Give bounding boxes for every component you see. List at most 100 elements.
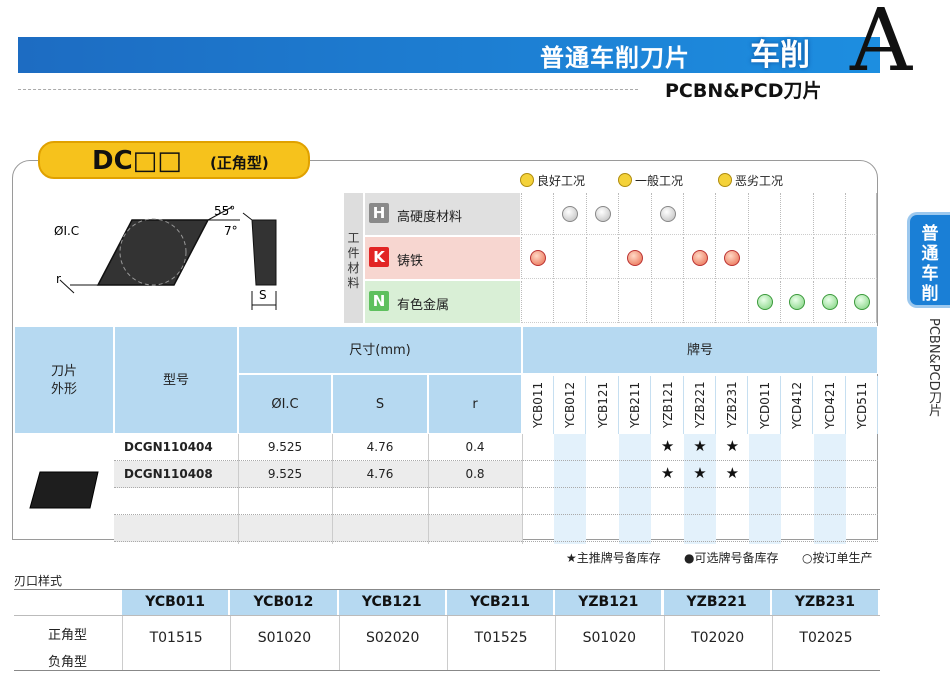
s-label: S — [259, 288, 267, 302]
angle-7-label: 7° — [224, 224, 238, 238]
edge-col-divider — [338, 615, 340, 670]
grade-header-ycd412: YCD412 — [781, 376, 814, 434]
grade-header-yzb121: YZB121 — [651, 376, 684, 434]
material-badge: N — [369, 291, 389, 311]
edge-col-divider — [230, 615, 232, 670]
red-face-icon — [530, 250, 546, 266]
legend-good: 良好工况 — [520, 172, 585, 189]
material-badge: K — [369, 247, 389, 267]
legend-normal: 一般工况 — [618, 172, 683, 189]
star-icon: ★ — [660, 464, 675, 482]
grade-header-yzb221: YZB221 — [684, 376, 716, 434]
edge-header-ycb121: YCB121 — [338, 589, 447, 615]
material-grade-cell — [747, 237, 780, 279]
material-grade-cell — [553, 237, 586, 279]
edge-header-ycb211: YCB211 — [446, 589, 556, 615]
star-icon: ★ — [660, 437, 675, 455]
material-grade-cell — [683, 237, 715, 279]
edge-value: T01525 — [474, 630, 528, 646]
col-ic-header: ØI.C — [238, 374, 332, 434]
product-tag: DC□□ (正角型) — [38, 141, 310, 179]
r-label: r — [56, 272, 61, 286]
material-grade-cell — [747, 193, 780, 235]
material-grade-cell — [553, 193, 586, 235]
note-order: ○按订单生产 — [802, 551, 873, 565]
legend-bad: 恶劣工况 — [718, 172, 783, 189]
header-title-emph: 车削 — [750, 38, 810, 73]
material-grade-cell — [845, 281, 877, 323]
edge-col-divider — [555, 615, 557, 670]
edge-value: T02025 — [799, 630, 853, 646]
grade-header-ycd511: YCD511 — [846, 376, 878, 434]
material-grade-cell — [650, 193, 683, 235]
edge-header-ycb011: YCB011 — [122, 589, 231, 615]
cell-r: 0.8 — [465, 467, 485, 481]
material-grade-cell — [845, 237, 877, 279]
material-name: 高硬度材料 — [397, 210, 463, 225]
col-s-header: S — [332, 374, 428, 434]
edge-col-divider — [122, 615, 123, 670]
material-grade-cell — [715, 193, 748, 235]
edge-header-yzb121: YZB121 — [555, 589, 664, 615]
material-grade-cell — [812, 237, 845, 279]
red-face-icon — [627, 250, 644, 266]
edge-row-negative: 负角型 — [48, 655, 88, 670]
material-grade-cell — [845, 193, 877, 235]
grade-row-divider — [522, 514, 878, 515]
material-badge: H — [369, 203, 389, 223]
green-face-icon — [854, 294, 870, 310]
red-face-icon — [724, 250, 741, 266]
neutral-face-icon — [562, 206, 579, 222]
material-grade-cell — [650, 281, 683, 323]
edge-title: 刃口样式 — [14, 574, 63, 588]
insert-drawing: ØI.C 55° 7° r S — [54, 204, 277, 310]
smile-icon — [520, 173, 534, 187]
grade-header-ycb012: YCB012 — [554, 376, 587, 434]
edge-bottom-line — [14, 670, 880, 671]
grade-column-stripe — [554, 434, 587, 544]
edge-header-ycb012: YCB012 — [230, 589, 339, 615]
material-grade-cell — [618, 237, 651, 279]
star-icon: ★ — [725, 464, 740, 482]
material-grade-cell — [618, 281, 651, 323]
cell-r: 0.4 — [465, 440, 485, 454]
neutral-face-icon — [659, 206, 676, 222]
edge-value: S01020 — [257, 630, 312, 646]
material-grid — [521, 193, 877, 323]
material-grade-cell — [683, 193, 715, 235]
edge-top-line — [14, 589, 880, 590]
edge-row-positive: 正角型 — [48, 628, 88, 643]
edge-value: S01020 — [582, 630, 637, 646]
star-icon: ★ — [725, 437, 740, 455]
material-name: 有色金属 — [397, 298, 450, 313]
cell-model: DCGN110404 — [124, 440, 213, 454]
cell-model: DCGN110408 — [124, 467, 213, 481]
col-size-header: 尺寸(mm) — [238, 326, 522, 374]
star-icon: ★ — [693, 437, 707, 455]
grade-header-ycb121: YCB121 — [586, 376, 619, 434]
col-model-header: 型号 — [114, 326, 238, 434]
material-grade-cell — [618, 193, 651, 235]
edge-col-divider — [446, 615, 448, 670]
material-grade-cell — [650, 237, 683, 279]
material-grade-cell — [715, 281, 748, 323]
note-main: ★主推牌号备库存 — [566, 551, 661, 565]
cell-s: 4.76 — [366, 440, 394, 454]
header-title: 普通车削刀片 — [540, 44, 690, 72]
material-grade-cell — [585, 237, 618, 279]
ic-label: ØI.C — [54, 224, 79, 238]
material-grade-cell — [780, 281, 813, 323]
grade-row-divider — [522, 487, 878, 488]
material-grade-cell — [585, 281, 618, 323]
material-grade-cell — [812, 193, 845, 235]
insert-shape-image — [29, 471, 99, 509]
side-tab-label: 普通车削 — [921, 224, 939, 304]
material-grade-cell — [521, 193, 553, 235]
angle-55-label: 55° — [214, 204, 235, 218]
product-shape: (正角型) — [210, 154, 269, 172]
grade-column-stripe — [619, 434, 652, 544]
edge-header-yzb231: YZB231 — [771, 589, 881, 615]
col-grade-header: 牌号 — [522, 326, 878, 374]
grade-header-ycd421: YCD421 — [813, 376, 846, 434]
material-row-h: H 高硬度材料 — [365, 193, 520, 235]
